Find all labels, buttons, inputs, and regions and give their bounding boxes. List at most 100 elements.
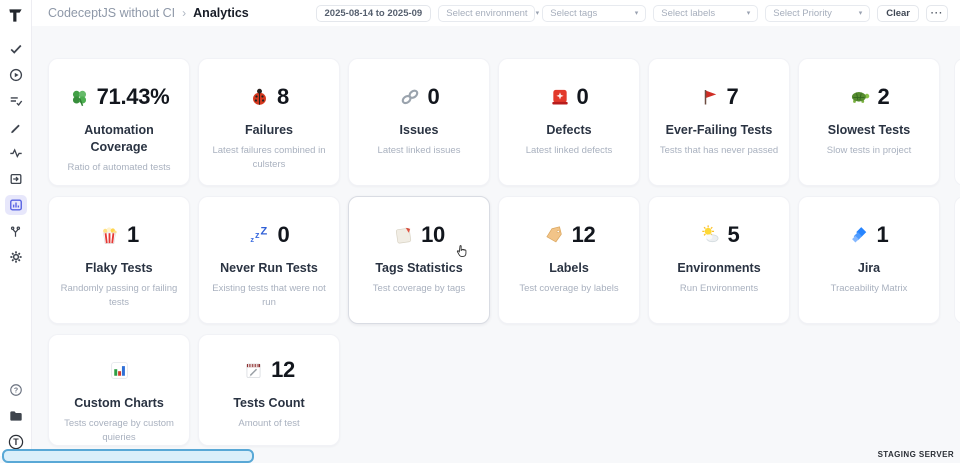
breadcrumb-separator-icon: › <box>182 6 186 20</box>
card-value-row: zzZ0 <box>249 222 290 248</box>
card-subtitle: Latest linked issues <box>378 144 461 158</box>
card-subtitle: Tests coverage by custom quieries <box>57 417 181 445</box>
import-box-icon <box>9 172 23 186</box>
popcorn-icon <box>99 225 120 246</box>
environment-select-placeholder: Select environment <box>446 8 527 19</box>
card-title: Ever-Failing Tests <box>666 122 773 139</box>
card-custom-charts[interactable]: Custom ChartsTests coverage by custom qu… <box>48 334 190 446</box>
partial-card-row2 <box>954 196 960 324</box>
bookmark-tabs-icon <box>393 225 414 246</box>
card-title: Tests Count <box>233 395 304 412</box>
card-value: 1 <box>877 222 889 248</box>
sidebar: ?T <box>0 0 32 456</box>
card-value-row: 10 <box>393 222 445 248</box>
card-value: 10 <box>421 222 445 248</box>
card-title: Flaky Tests <box>85 260 152 277</box>
more-options-button[interactable]: ··· <box>926 5 948 22</box>
card-title: Tags Statistics <box>375 260 462 277</box>
card-labels[interactable]: 12LabelsTest coverage by labels <box>498 196 640 324</box>
card-value-row: 2 <box>849 84 890 110</box>
card-ever-failing-tests[interactable]: 7 Ever-Failing Tests Tests that has never … <box>648 58 790 186</box>
sun-cloud-icon <box>699 224 721 246</box>
card-title: Environments <box>677 260 760 277</box>
card-title: Automation Coverage <box>60 122 178 156</box>
card-automation-coverage[interactable]: 71.43% Automation Coverage Ratio of automa… <box>48 58 190 186</box>
list-check-icon <box>9 94 23 108</box>
date-range-button[interactable]: 2025-08-14 to 2025-09 <box>316 5 432 22</box>
card-title: Labels <box>549 260 589 277</box>
breadcrumb-project[interactable]: CodeceptJS without CI <box>48 6 175 20</box>
card-value: 2 <box>878 84 890 110</box>
svg-text:z: z <box>250 235 254 244</box>
clear-filters-button[interactable]: Clear <box>877 5 919 22</box>
card-flaky-tests[interactable]: 1Flaky TestsRandomly passing or failing … <box>48 196 190 324</box>
card-defects[interactable]: 0DefectsLatest linked defects <box>498 58 640 186</box>
card-value: 0 <box>577 84 589 110</box>
card-value-row: 8 <box>249 84 289 110</box>
card-value: 0 <box>428 84 440 110</box>
sidebar-item-editor[interactable] <box>5 117 27 137</box>
card-value-row: 0 <box>550 84 589 110</box>
card-value: 7 <box>727 84 739 110</box>
card-value: 8 <box>277 84 289 110</box>
card-title: Failures <box>245 122 293 139</box>
clover-icon <box>69 87 90 108</box>
svg-text:z: z <box>254 230 259 240</box>
priority-select[interactable]: Select Priority ▾ <box>765 5 870 22</box>
card-issues[interactable]: 0IssuesLatest linked issues <box>348 58 490 186</box>
branch-icon <box>9 225 22 238</box>
card-value: 12 <box>271 357 295 383</box>
card-value-row: 12 <box>243 357 295 383</box>
card-subtitle: Ratio of automated tests <box>68 161 171 175</box>
play-circle-icon <box>9 68 23 82</box>
card-tests-count[interactable]: 12Tests CountAmount of test <box>198 334 340 446</box>
card-value: 12 <box>572 222 596 248</box>
mouse-cursor-icon <box>454 243 470 264</box>
sidebar-item-activity[interactable] <box>5 143 27 163</box>
top-bar: CodeceptJS without CI › Analytics 2025-0… <box>32 0 960 26</box>
card-value-row: 0 <box>399 84 440 110</box>
activity-icon <box>9 146 23 160</box>
card-subtitle: Tests that has never passed <box>660 144 778 158</box>
sidebar-item-tests[interactable] <box>5 39 27 59</box>
jira-icon <box>850 225 870 245</box>
flag-icon <box>700 87 720 107</box>
check-icon <box>9 42 23 56</box>
bottom-notification-bar <box>2 449 254 463</box>
chevron-down-icon: ▾ <box>635 9 639 17</box>
svg-text:T: T <box>13 437 19 447</box>
sidebar-item-test-plans[interactable] <box>5 91 27 111</box>
gear-icon <box>9 250 23 264</box>
priority-select-placeholder: Select Priority <box>773 8 832 19</box>
card-value-row: 71.43% <box>69 84 170 110</box>
environment-select[interactable]: Select environment ▾ <box>438 5 535 22</box>
sidebar-item-help[interactable]: ? <box>5 380 27 400</box>
card-jira[interactable]: 1JiraTraceability Matrix <box>798 196 940 324</box>
card-title: Jira <box>858 260 880 277</box>
sidebar-item-import[interactable] <box>5 169 27 189</box>
filter-bar: 2025-08-14 to 2025-09 Select environment… <box>316 5 948 22</box>
label-tag-icon <box>543 224 565 246</box>
testomat-logo-icon[interactable] <box>6 5 26 25</box>
chevron-down-icon: ▾ <box>747 9 751 17</box>
help-circle-icon: ? <box>9 383 23 397</box>
card-slowest-tests[interactable]: 2Slowest TestsSlow tests in project <box>798 58 940 186</box>
tags-select[interactable]: Select tags ▾ <box>542 5 646 22</box>
labels-select[interactable]: Select labels ▾ <box>653 5 758 22</box>
partial-card-row1 <box>954 58 960 186</box>
card-value-row <box>109 357 130 383</box>
card-value: 5 <box>728 222 740 248</box>
sidebar-item-analytics[interactable] <box>5 195 27 215</box>
pen-icon <box>9 121 22 134</box>
sidebar-item-settings[interactable] <box>5 247 27 267</box>
sidebar-item-branches[interactable] <box>5 221 27 241</box>
card-failures[interactable]: 8FailuresLatest failures combined in cul… <box>198 58 340 186</box>
sidebar-item-runs[interactable] <box>5 65 27 85</box>
card-environments[interactable]: 5 Environments Run Environments <box>648 196 790 324</box>
card-title: Never Run Tests <box>220 260 318 277</box>
card-subtitle: Run Environments <box>680 282 758 296</box>
card-never-run-tests[interactable]: zzZ0Never Run TestsExisting tests that w… <box>198 196 340 324</box>
turtle-icon <box>849 86 871 108</box>
labels-select-placeholder: Select labels <box>661 8 715 19</box>
sidebar-item-projects[interactable] <box>5 406 27 426</box>
